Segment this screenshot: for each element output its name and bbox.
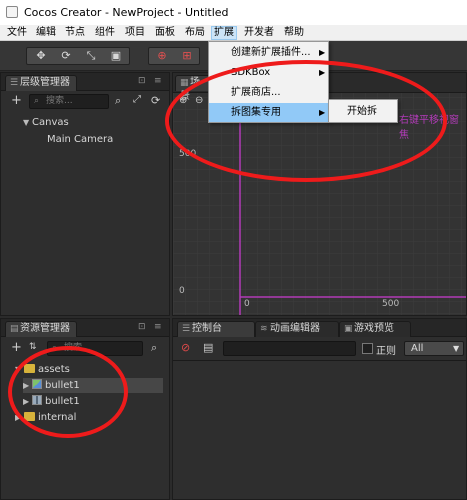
tree-node-main-camera[interactable]: Main Camera xyxy=(47,132,113,147)
console-filter-input[interactable] xyxy=(223,341,356,356)
annotation-circle-assets xyxy=(8,346,128,438)
chevron-down-icon: ▼ xyxy=(453,344,460,353)
menu-component[interactable]: 组件 xyxy=(93,26,117,40)
locate-icon[interactable]: ⌕ xyxy=(151,341,157,355)
coordinate-icon[interactable]: ⊞ xyxy=(175,48,199,64)
expand-triangle-icon[interactable]: ▼ xyxy=(23,115,32,130)
refresh-icon[interactable]: ⟳ xyxy=(151,94,160,107)
menu-developer[interactable]: 开发者 xyxy=(242,26,276,40)
annotation-circle-menu xyxy=(165,60,447,182)
move-tool-icon[interactable]: ✥ xyxy=(29,48,53,64)
pivot-icon[interactable]: ⊕ xyxy=(150,48,174,64)
tab-assets[interactable]: ▤资源管理器 xyxy=(5,321,77,337)
menu-help[interactable]: 帮助 xyxy=(282,26,306,40)
ruler-x-label-left: 0 xyxy=(244,299,250,309)
clear-console-icon[interactable]: ⊘ xyxy=(181,341,190,354)
tab-console[interactable]: ☰ 控制台 xyxy=(177,321,255,337)
log-level-select[interactable]: All ▼ xyxy=(404,341,464,356)
hierarchy-tab-label: 层级管理器 xyxy=(20,77,70,88)
game-preview-icon: ▣ xyxy=(344,324,353,334)
tab-animation-editor[interactable]: ≋ 动画编辑器 xyxy=(255,321,339,337)
ruler-y-label-bottom: 0 xyxy=(179,286,185,296)
search-icon: ⌕ xyxy=(34,96,40,106)
tree-node-canvas[interactable]: ▼ Canvas xyxy=(23,115,69,130)
rect-tool-icon[interactable]: ▣ xyxy=(104,48,128,64)
tab-hierarchy[interactable]: ☰ 层级管理器 xyxy=(5,75,77,91)
menu-panel[interactable]: 面板 xyxy=(153,26,177,40)
pivot-tool-group: ⊕ ⊞ xyxy=(148,47,200,65)
log-level-value: All xyxy=(411,343,424,354)
regex-checkbox[interactable] xyxy=(362,343,373,354)
console-panel: ☰ 控制台 ≋ 动画编辑器 ▣游戏预览 ⊘ ▤ 正则 All ▼ xyxy=(172,318,467,500)
menu-edit[interactable]: 编辑 xyxy=(34,26,58,40)
menu-file[interactable]: 文件 xyxy=(5,26,29,40)
sort-icon[interactable]: ⇅ xyxy=(29,342,37,352)
regex-label: 正则 xyxy=(376,346,396,357)
menu-layout[interactable]: 布局 xyxy=(183,26,207,40)
hierarchy-search-placeholder: 搜索... xyxy=(46,96,73,106)
tab-game-preview[interactable]: ▣游戏预览 xyxy=(339,321,411,337)
window-title: Cocos Creator - NewProject - Untitled xyxy=(24,6,229,19)
panel-menu-icon[interactable]: ≡ xyxy=(154,76,162,86)
console-panel-header: ☰ 控制台 ≋ 动画编辑器 ▣游戏预览 xyxy=(173,319,466,337)
assets-icon: ▤ xyxy=(10,324,19,334)
ruler-x-label-right: 500 xyxy=(382,299,400,309)
hierarchy-panel: ☰ 层级管理器 ⊡ ≡ + ⌕ 搜索... ⌕ ⤢ ⟳ ▼ Canvas Main C… xyxy=(0,72,170,316)
animation-icon: ≋ xyxy=(260,324,268,334)
locate-icon[interactable]: ⌕ xyxy=(115,94,121,108)
scale-tool-icon[interactable]: ⤡ xyxy=(79,48,103,64)
transform-tool-group: ✥ ⟳ ⤡ ▣ xyxy=(26,47,130,65)
menu-bar: 文件 编辑 节点 组件 项目 面板 布局 扩展 开发者 帮助 xyxy=(0,25,467,41)
tree-node-label: Canvas xyxy=(32,117,69,128)
panel-maximize-icon[interactable]: ⊡ xyxy=(138,322,146,332)
divider xyxy=(173,360,466,361)
app-icon xyxy=(6,6,18,18)
collapse-icon[interactable]: ⤢ xyxy=(133,94,141,105)
menu-project[interactable]: 项目 xyxy=(123,26,147,40)
window-title-bar: Cocos Creator - NewProject - Untitled xyxy=(0,0,467,25)
assets-panel-header: ▤资源管理器 ⊡ ≡ xyxy=(1,319,169,337)
rotate-tool-icon[interactable]: ⟳ xyxy=(54,48,78,64)
add-asset-icon[interactable]: + xyxy=(11,340,22,355)
menu-extension[interactable]: 扩展 xyxy=(211,26,237,40)
animation-tab-label: 动画编辑器 xyxy=(270,323,320,334)
panel-menu-icon[interactable]: ≡ xyxy=(154,322,162,332)
hierarchy-search-input[interactable]: ⌕ 搜索... xyxy=(29,94,109,109)
submenu-arrow-icon: ▶ xyxy=(319,48,326,57)
add-node-icon[interactable]: + xyxy=(11,93,22,108)
panel-maximize-icon[interactable]: ⊡ xyxy=(138,76,146,86)
menu-node[interactable]: 节点 xyxy=(63,26,87,40)
open-log-icon[interactable]: ▤ xyxy=(203,341,213,354)
console-icon: ☰ xyxy=(182,324,191,334)
menu-item-label: 创建新扩展插件... xyxy=(231,47,311,58)
hierarchy-icon: ☰ xyxy=(10,78,19,88)
tree-node-label: Main Camera xyxy=(47,134,114,145)
assets-tab-label: 资源管理器 xyxy=(20,323,70,334)
console-tab-label: 控制台 xyxy=(192,323,222,334)
hierarchy-panel-header: ☰ 层级管理器 ⊡ ≡ xyxy=(1,73,169,91)
game-preview-tab-label: 游戏预览 xyxy=(354,323,394,334)
